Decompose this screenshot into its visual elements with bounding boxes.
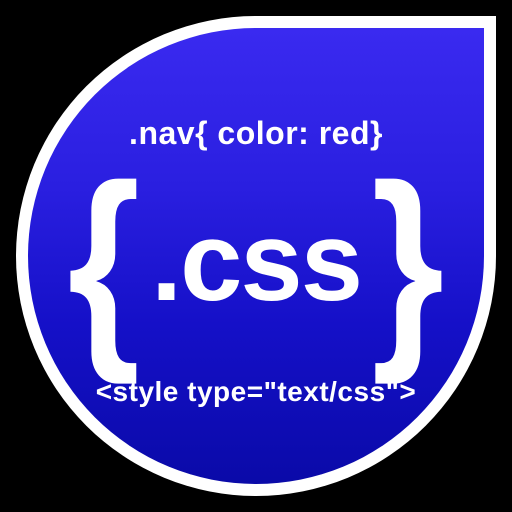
brace-left-icon: { xyxy=(68,174,141,350)
brace-right-icon: } xyxy=(371,174,444,350)
badge-body: .nav{ color: red} { .css } <style type="… xyxy=(28,28,484,484)
bottom-code-snippet: <style type="text/css"> xyxy=(96,376,417,408)
center-row: { .css } xyxy=(61,174,450,350)
css-extension-label: .css xyxy=(151,206,361,318)
top-code-snippet: .nav{ color: red} xyxy=(129,115,383,152)
css-badge: .nav{ color: red} { .css } <style type="… xyxy=(16,16,496,496)
